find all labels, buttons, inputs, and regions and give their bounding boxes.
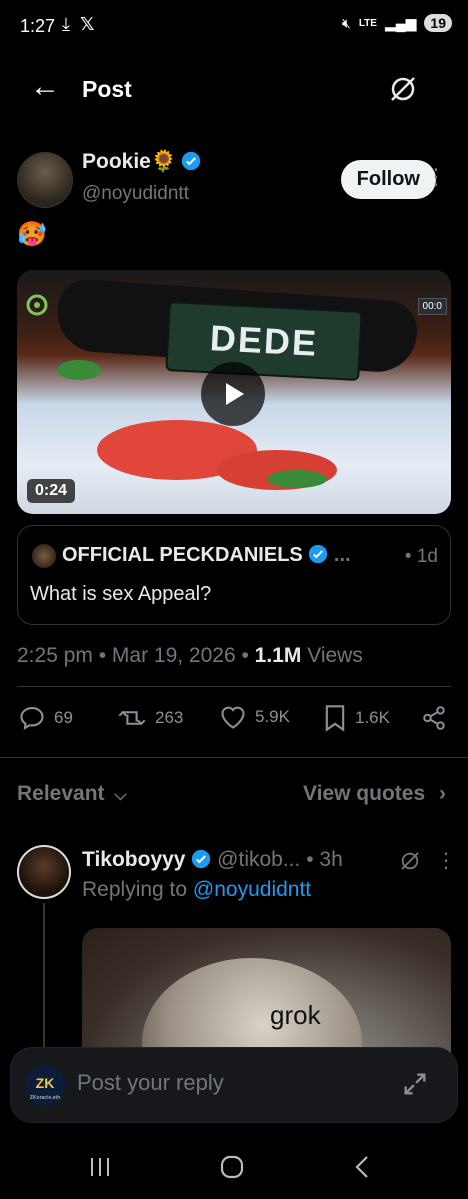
sort-dropdown[interactable]: Relevant ⌵ xyxy=(17,782,127,806)
quoted-post[interactable]: OFFICIAL PECKDANIELS ... • 1d What is se… xyxy=(17,525,451,625)
verified-badge-icon xyxy=(309,544,328,564)
reply-author-handle: @tikob... xyxy=(217,848,301,871)
x-logo-icon: 𝕏 xyxy=(80,14,95,34)
share-action[interactable] xyxy=(421,704,447,732)
system-nav-bar xyxy=(0,1140,468,1199)
like-action[interactable]: 5.9K xyxy=(219,704,290,730)
top-bar: ← Post xyxy=(0,56,468,126)
reply-time: • 3h xyxy=(306,848,343,871)
quoted-ellipsis: ... xyxy=(333,544,351,566)
mute-icon: 🔇︎ xyxy=(341,14,351,31)
reply-icon xyxy=(20,707,44,730)
reply-action[interactable]: 69 xyxy=(18,704,73,732)
video-leaf xyxy=(57,360,101,380)
reply-image-text: grok xyxy=(270,1000,321,1030)
chevron-down-icon: ⌵ xyxy=(114,787,127,804)
author-name: Pookie🌻 xyxy=(82,150,178,173)
status-right: 🔇︎ LTE ▂▄▆ 19 xyxy=(342,14,452,32)
quoted-author-row: OFFICIAL PECKDANIELS ... xyxy=(62,544,351,567)
bookmark-action[interactable]: 1.6K xyxy=(323,704,390,732)
chevron-right-icon: › xyxy=(439,782,446,805)
reply-author-row[interactable]: Tikoboyyy @tikob... • 3h xyxy=(82,848,343,872)
reply-author-name: Tikoboyyy xyxy=(82,848,186,871)
author-avatar[interactable] xyxy=(17,152,73,208)
heart-icon xyxy=(221,706,245,729)
status-bar: 1:27 ⤓ 𝕏 🔇︎ LTE ▂▄▆ 19 xyxy=(0,0,468,56)
video-duration: 0:24 xyxy=(27,479,76,503)
reply-count: 69 xyxy=(54,708,73,727)
views-count: 1.1M xyxy=(254,644,302,667)
grok-slash-icon[interactable] xyxy=(399,850,421,877)
back-nav-icon[interactable] xyxy=(352,1154,372,1185)
quoted-text: What is sex Appeal? xyxy=(30,583,212,605)
recent-apps-icon[interactable] xyxy=(88,1154,112,1185)
replying-prefix: Replying to xyxy=(82,878,193,901)
signal-icon: ▂▄▆ xyxy=(384,14,417,31)
battery-indicator: 19 xyxy=(424,14,452,32)
post-meta: 2:25 pm • Mar 19, 2026 • 1.1M Views xyxy=(17,644,363,668)
repost-action[interactable]: 263 xyxy=(117,704,183,732)
reply-more-icon[interactable]: ⋮ xyxy=(436,848,456,873)
author-handle[interactable]: @noyudidntt xyxy=(82,183,189,205)
home-icon[interactable] xyxy=(219,1154,245,1185)
video-overlay-timer: 00:0 xyxy=(417,298,447,315)
reply-composer[interactable]: ZK ZKoracle.eth Post your reply xyxy=(10,1047,458,1123)
quoted-author-name: OFFICIAL PECKDANIELS xyxy=(62,544,303,566)
thread-line xyxy=(43,903,45,1053)
view-quotes-link[interactable]: View quotes › xyxy=(303,782,446,806)
reply-input[interactable]: Post your reply xyxy=(77,1070,224,1096)
user-avatar: ZK ZKoracle.eth xyxy=(25,1066,65,1106)
post-text: 🥵 xyxy=(17,221,47,248)
post-timestamp: 2:25 pm • Mar 19, 2026 • xyxy=(17,644,255,667)
section-divider xyxy=(0,757,468,758)
quoted-time: • 1d xyxy=(404,546,438,567)
status-time: 1:27 xyxy=(20,16,56,36)
view-quotes-label: View quotes xyxy=(303,782,426,805)
network-label: LTE xyxy=(358,17,377,29)
divider xyxy=(17,686,451,687)
bookmark-count: 1.6K xyxy=(355,708,390,727)
more-options-icon[interactable]: ⋮ xyxy=(425,166,448,188)
play-button-icon[interactable] xyxy=(201,362,265,426)
repost-count: 263 xyxy=(155,708,184,727)
quoted-avatar xyxy=(32,544,56,568)
page-title: Post xyxy=(82,76,132,102)
share-icon xyxy=(423,706,445,730)
download-icon: ⤓ xyxy=(62,14,70,34)
video-name-tag: DEDE xyxy=(165,300,363,382)
video-leaf-2 xyxy=(267,470,327,488)
author-name-row[interactable]: Pookie🌻 xyxy=(82,150,201,174)
grok-slash-icon[interactable] xyxy=(388,74,418,109)
channel-logo-icon xyxy=(19,294,55,332)
avatar-subtext: ZKoracle.eth xyxy=(29,1095,61,1101)
follow-button[interactable]: Follow xyxy=(340,160,436,199)
back-arrow-icon[interactable]: ← xyxy=(30,72,60,102)
replying-to: Replying to @noyudidntt xyxy=(82,878,311,902)
reply-author-avatar[interactable] xyxy=(17,845,71,899)
sort-label: Relevant xyxy=(17,782,105,805)
expand-icon[interactable] xyxy=(401,1070,429,1103)
post-actions: 69 263 5.9K 1.6K xyxy=(0,700,468,740)
repost-icon xyxy=(118,710,146,726)
replying-handle[interactable]: @noyudidntt xyxy=(193,878,311,901)
views-label: Views xyxy=(301,644,363,667)
like-count: 5.9K xyxy=(255,707,290,726)
verified-badge-icon xyxy=(192,849,211,869)
verified-badge-icon xyxy=(182,151,201,171)
post-video[interactable]: DEDE 00:0 0:24 xyxy=(17,270,451,514)
bookmark-icon xyxy=(325,705,345,732)
